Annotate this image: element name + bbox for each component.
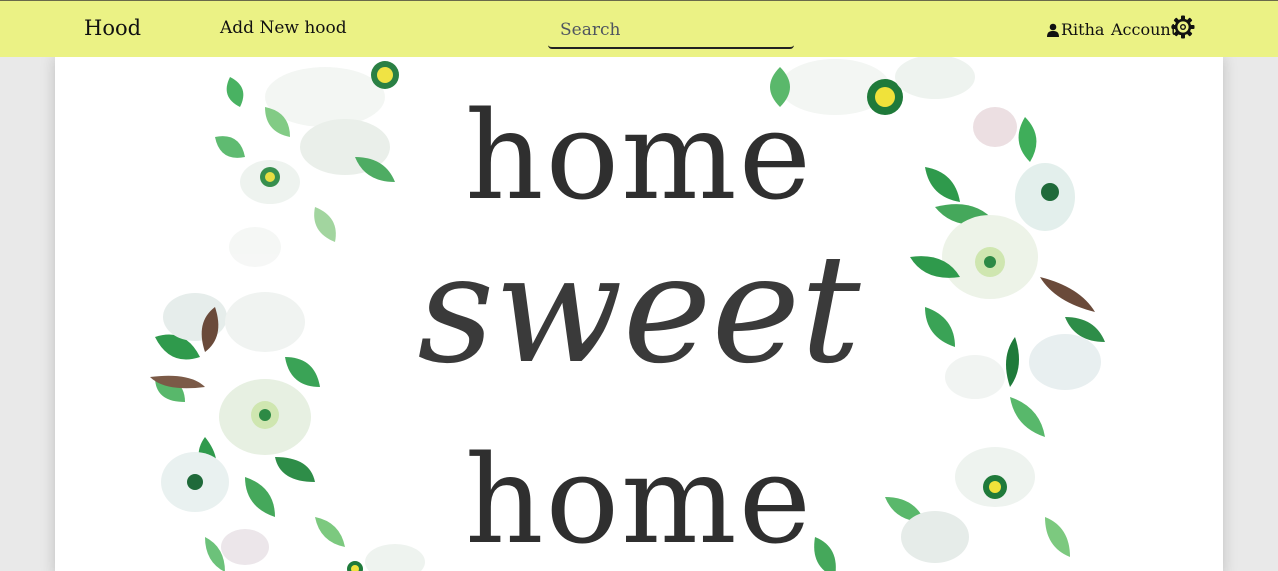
search-input[interactable] (548, 12, 794, 49)
add-new-hood-link[interactable]: Add New hood (220, 18, 347, 38)
hero-text-home: home (465, 85, 813, 227)
user-profile-link[interactable]: Ritha (1047, 20, 1104, 39)
hood-image-card[interactable]: home sweet home (55, 57, 1223, 571)
user-name: Ritha (1061, 20, 1105, 39)
hero-text-sweet: sweet (417, 223, 861, 397)
brand-link[interactable]: Hood (84, 16, 141, 40)
user-icon (1047, 23, 1059, 37)
hero-text-home-2: home (465, 429, 813, 571)
gear-icon[interactable] (1171, 15, 1195, 39)
navbar: Hood Add New hood Ritha Accounts (0, 0, 1278, 57)
